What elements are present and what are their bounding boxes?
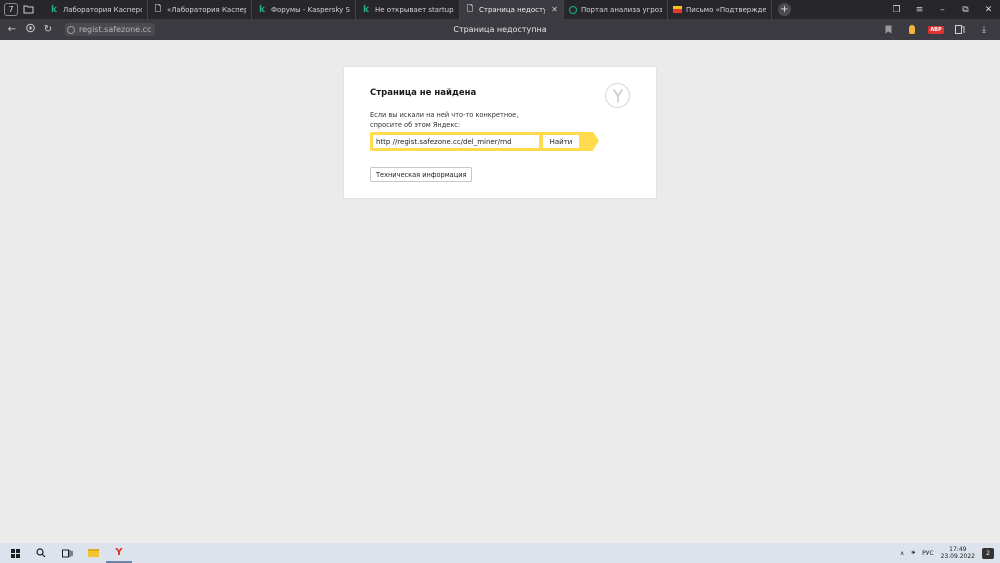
- protect-shield-icon[interactable]: [21, 23, 39, 36]
- yandex-browser-logo-icon: [605, 83, 630, 108]
- mail-icon: [673, 6, 682, 13]
- search-hint: Если вы искали на ней что-то конкретное,…: [370, 110, 518, 130]
- tab-2[interactable]: k Форумы - Kaspersky Supp: [252, 0, 356, 19]
- kaspersky-k-icon: k: [259, 4, 265, 15]
- tab-strip-left-controls: 7: [0, 3, 44, 16]
- search-icon[interactable]: [28, 543, 54, 563]
- kaspersky-k-icon: k: [51, 4, 57, 15]
- speaker-icon[interactable]: 🕪: [911, 549, 915, 557]
- download-icon[interactable]: ⤓: [972, 25, 996, 35]
- window-controls: ❐ ≡ – ⧉ ✕: [885, 5, 1000, 15]
- restore-icon[interactable]: ⧉: [954, 5, 977, 15]
- close-window-icon[interactable]: ✕: [977, 5, 1000, 15]
- reload-icon[interactable]: ↻: [39, 24, 57, 35]
- collections-icon[interactable]: ❐: [885, 5, 908, 15]
- kaspersky-k-icon: k: [363, 4, 369, 15]
- tab-6[interactable]: Письмо «Подтверждени: [668, 0, 772, 19]
- clock-time: 17:49: [949, 546, 967, 553]
- clock-date: 23.09.2022: [940, 553, 975, 560]
- yandex-search-box: Найти: [370, 132, 599, 151]
- tab-label: Форумы - Kaspersky Supp: [271, 5, 350, 14]
- tab-4-active[interactable]: 🗋 Страница недоступна ✕: [460, 0, 564, 19]
- tab-label: Страница недоступна: [479, 5, 545, 14]
- tabs-overview-button[interactable]: 7: [4, 3, 18, 16]
- technical-info-button[interactable]: Техническая информация: [370, 167, 473, 182]
- tab-3[interactable]: k Не открывает startup - Ка: [356, 0, 460, 19]
- clock[interactable]: 17:49 23.09.2022: [941, 546, 975, 560]
- address-bar: ← ↻ regist.safezone.cc Страница недоступ…: [0, 19, 1000, 40]
- language-indicator[interactable]: РУС: [922, 550, 933, 557]
- minimize-icon[interactable]: –: [931, 5, 954, 15]
- tab-strip: 7 k Лаборатория Касперско 🗋 «Лаборатория…: [0, 0, 1000, 19]
- tab-count-badge: 7: [8, 5, 14, 14]
- tab-label: Портал анализа угроз Ка: [581, 5, 662, 14]
- windows-taskbar: Y ∧ 🕪 РУС 17:49 23.09.2022 2: [0, 543, 1000, 563]
- task-view-icon[interactable]: [54, 543, 80, 563]
- new-tab-button[interactable]: +: [778, 3, 791, 16]
- url-text: regist.safezone.cc: [79, 25, 152, 34]
- tab-0[interactable]: k Лаборатория Касперско: [44, 0, 148, 19]
- adblock-plus-icon[interactable]: ABP: [924, 25, 948, 34]
- document-icon: 🗋: [154, 3, 162, 13]
- globe-icon: [67, 25, 75, 34]
- chevron-up-icon[interactable]: ∧: [900, 550, 904, 557]
- yandex-browser-taskbar-icon[interactable]: Y: [106, 543, 132, 563]
- document-icon: 🗋: [466, 3, 474, 13]
- notification-count: 2: [986, 549, 990, 557]
- search-button[interactable]: Найти: [543, 135, 579, 148]
- url-field[interactable]: regist.safezone.cc: [65, 23, 156, 36]
- error-card: Страница не найдена Если вы искали на не…: [344, 67, 656, 198]
- error-title: Страница не найдена: [370, 88, 477, 98]
- tab-label: Письмо «Подтверждени: [686, 5, 766, 14]
- hint-line-2: спросите об этом Яндекс:: [370, 121, 461, 129]
- reader-mode-icon[interactable]: [948, 25, 972, 34]
- tab-label: Не открывает startup - Ка: [375, 5, 454, 14]
- menu-icon[interactable]: ≡: [908, 5, 931, 15]
- tab-label: Лаборатория Касперско: [63, 5, 142, 14]
- bookmark-icon[interactable]: [876, 25, 900, 34]
- notification-center-icon[interactable]: 2: [982, 547, 994, 559]
- windows-logo-icon: [10, 548, 20, 558]
- tab-5[interactable]: Портал анализа угроз Ка: [564, 0, 668, 19]
- ring-icon: [569, 5, 577, 14]
- hint-line-1: Если вы искали на ней что-то конкретное,: [370, 111, 519, 119]
- close-tab-icon[interactable]: ✕: [551, 5, 558, 14]
- start-button[interactable]: [2, 543, 28, 563]
- back-arrow-icon[interactable]: ←: [3, 24, 21, 35]
- bulb-extension-icon[interactable]: [900, 25, 924, 34]
- tab-1[interactable]: 🗋 «Лаборатория Касперско: [148, 0, 252, 19]
- tab-label: «Лаборатория Касперско: [167, 5, 246, 14]
- search-input[interactable]: [373, 135, 539, 148]
- folder-icon[interactable]: [21, 3, 35, 16]
- address-bar-right-tools: ABP ⤓: [876, 25, 1000, 35]
- system-tray: ∧ 🕪 РУС 17:49 23.09.2022 2: [900, 546, 1000, 560]
- file-explorer-icon[interactable]: [80, 543, 106, 563]
